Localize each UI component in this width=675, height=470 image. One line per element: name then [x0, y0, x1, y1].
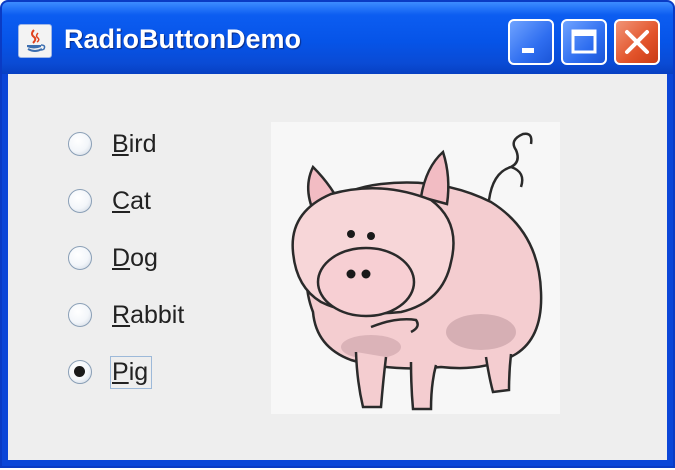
radio-label-cat[interactable]: Cat [110, 185, 155, 218]
radio-pig[interactable]: Pig [68, 352, 268, 392]
pig-picture [271, 122, 560, 414]
close-button[interactable] [614, 19, 660, 65]
label-rest: at [130, 186, 151, 215]
radio-bird[interactable]: Bird [68, 124, 268, 164]
java-app-icon[interactable] [18, 24, 52, 58]
mnemonic-letter: D [112, 243, 131, 272]
radio-dot [74, 366, 85, 377]
radio-circle[interactable] [68, 246, 92, 270]
radio-label-pig[interactable]: Pig [110, 355, 153, 389]
minimize-icon [522, 48, 534, 53]
radio-cat[interactable]: Cat [68, 181, 268, 221]
radio-rabbit[interactable]: Rabbit [68, 295, 268, 335]
label-rest: ig [128, 357, 149, 386]
maximize-icon [571, 29, 597, 54]
radio-circle[interactable] [68, 132, 92, 156]
radio-circle[interactable] [68, 303, 92, 327]
mnemonic-letter: C [112, 186, 131, 215]
radio-circle[interactable] [68, 360, 92, 384]
content-panel: Bird Cat Dog Rabbit Pig [8, 74, 667, 460]
mnemonic-letter: B [112, 129, 129, 158]
minimize-button[interactable] [508, 19, 554, 65]
radio-label-bird[interactable]: Bird [110, 128, 160, 161]
title-bar[interactable]: RadioButtonDemo [2, 2, 673, 74]
mnemonic-letter: R [112, 300, 131, 329]
window-title: RadioButtonDemo [64, 24, 301, 54]
label-rest: og [130, 243, 158, 272]
label-rest: abbit [130, 300, 185, 329]
radio-label-rabbit[interactable]: Rabbit [110, 299, 188, 332]
radio-dog[interactable]: Dog [68, 238, 268, 278]
radio-circle[interactable] [68, 189, 92, 213]
mnemonic-letter: P [112, 357, 129, 386]
radio-label-dog[interactable]: Dog [110, 242, 162, 275]
label-rest: ird [128, 129, 157, 158]
app-window: RadioButtonDemo Bird Cat Dog Rabbit Pig [0, 0, 675, 468]
maximize-button[interactable] [561, 19, 607, 65]
pig-illustration-icon [291, 132, 543, 411]
close-icon [625, 30, 649, 54]
